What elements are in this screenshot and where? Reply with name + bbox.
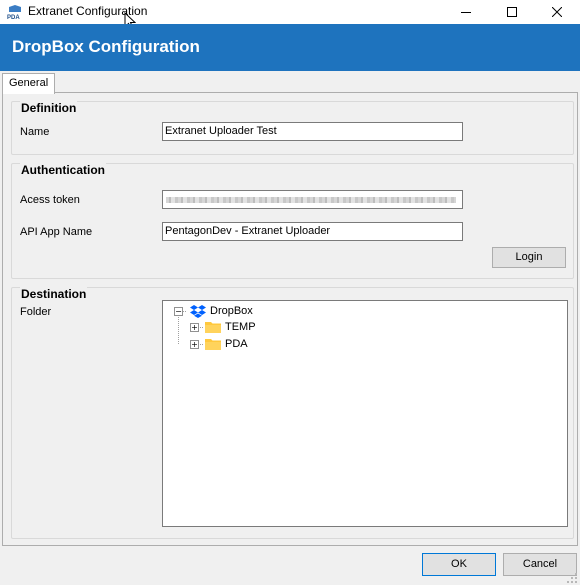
api-app-name-field[interactable]: PentagonDev - Extranet Uploader — [162, 222, 463, 241]
svg-text:PDA: PDA — [7, 15, 20, 21]
folder-icon — [205, 339, 221, 350]
collapse-icon[interactable]: − — [174, 306, 183, 316]
tree-node-dropbox[interactable]: − DropBox — [174, 303, 253, 319]
authentication-title: Authentication — [20, 163, 106, 177]
maximize-button[interactable] — [489, 0, 535, 24]
authentication-group: Authentication Acess token API App Name … — [11, 163, 574, 279]
folder-icon — [205, 322, 221, 333]
ok-button[interactable]: OK — [422, 553, 496, 576]
maximize-icon — [507, 7, 517, 17]
name-field[interactable]: Extranet Uploader Test — [162, 122, 463, 141]
destination-group: Destination Folder − DropBox + TEMP + PD… — [11, 287, 574, 539]
folder-label: Folder — [20, 306, 52, 318]
definition-group: Definition Name Extranet Uploader Test — [11, 101, 574, 155]
destination-title: Destination — [20, 287, 88, 301]
pda-app-icon: PDA — [7, 5, 23, 21]
minimize-button[interactable] — [443, 0, 489, 24]
dropbox-icon — [190, 305, 206, 318]
tree-node-label: DropBox — [210, 305, 253, 317]
access-token-field[interactable] — [162, 190, 463, 209]
banner-title: DropBox Configuration — [12, 37, 200, 56]
tree-node-label: PDA — [225, 338, 248, 350]
tree-node-label: TEMP — [225, 321, 256, 333]
expand-icon[interactable]: + — [190, 339, 199, 349]
header-banner: DropBox Configuration — [0, 24, 580, 71]
resize-grip-icon[interactable] — [566, 572, 578, 584]
close-icon — [552, 7, 562, 17]
api-app-name-label: API App Name — [20, 226, 93, 238]
tree-node-pda[interactable]: + PDA — [190, 336, 248, 352]
expand-icon[interactable]: + — [190, 322, 199, 332]
access-token-label: Acess token — [20, 194, 80, 206]
tab-panel-general: Definition Name Extranet Uploader Test A… — [2, 92, 578, 546]
name-label: Name — [20, 126, 50, 138]
tree-node-temp[interactable]: + TEMP — [190, 319, 256, 335]
access-token-obscured-value — [166, 197, 456, 203]
definition-title: Definition — [20, 101, 78, 115]
minimize-icon — [461, 12, 471, 13]
login-button[interactable]: Login — [492, 247, 566, 268]
tab-general[interactable]: General — [2, 73, 56, 94]
title-bar: PDA Extranet Configuration — [0, 0, 580, 30]
close-button[interactable] — [534, 0, 580, 24]
folder-tree[interactable]: − DropBox + TEMP + PDA — [162, 300, 568, 527]
